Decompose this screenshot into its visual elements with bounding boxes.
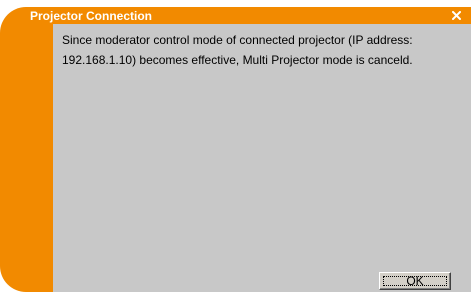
dialog-window: Projector Connection Since moderator con… <box>0 0 471 298</box>
close-x-icon <box>451 11 461 20</box>
orange-side-band <box>0 7 53 292</box>
close-button[interactable] <box>449 9 463 22</box>
ok-button[interactable]: OK <box>379 272 451 290</box>
dialog-content: Since moderator control mode of connecte… <box>53 24 471 292</box>
ok-button-label: OK <box>406 274 424 288</box>
message-text: Since moderator control mode of connecte… <box>62 33 413 67</box>
bottom-edge <box>0 292 471 298</box>
dialog-title: Projector Connection <box>30 9 153 23</box>
